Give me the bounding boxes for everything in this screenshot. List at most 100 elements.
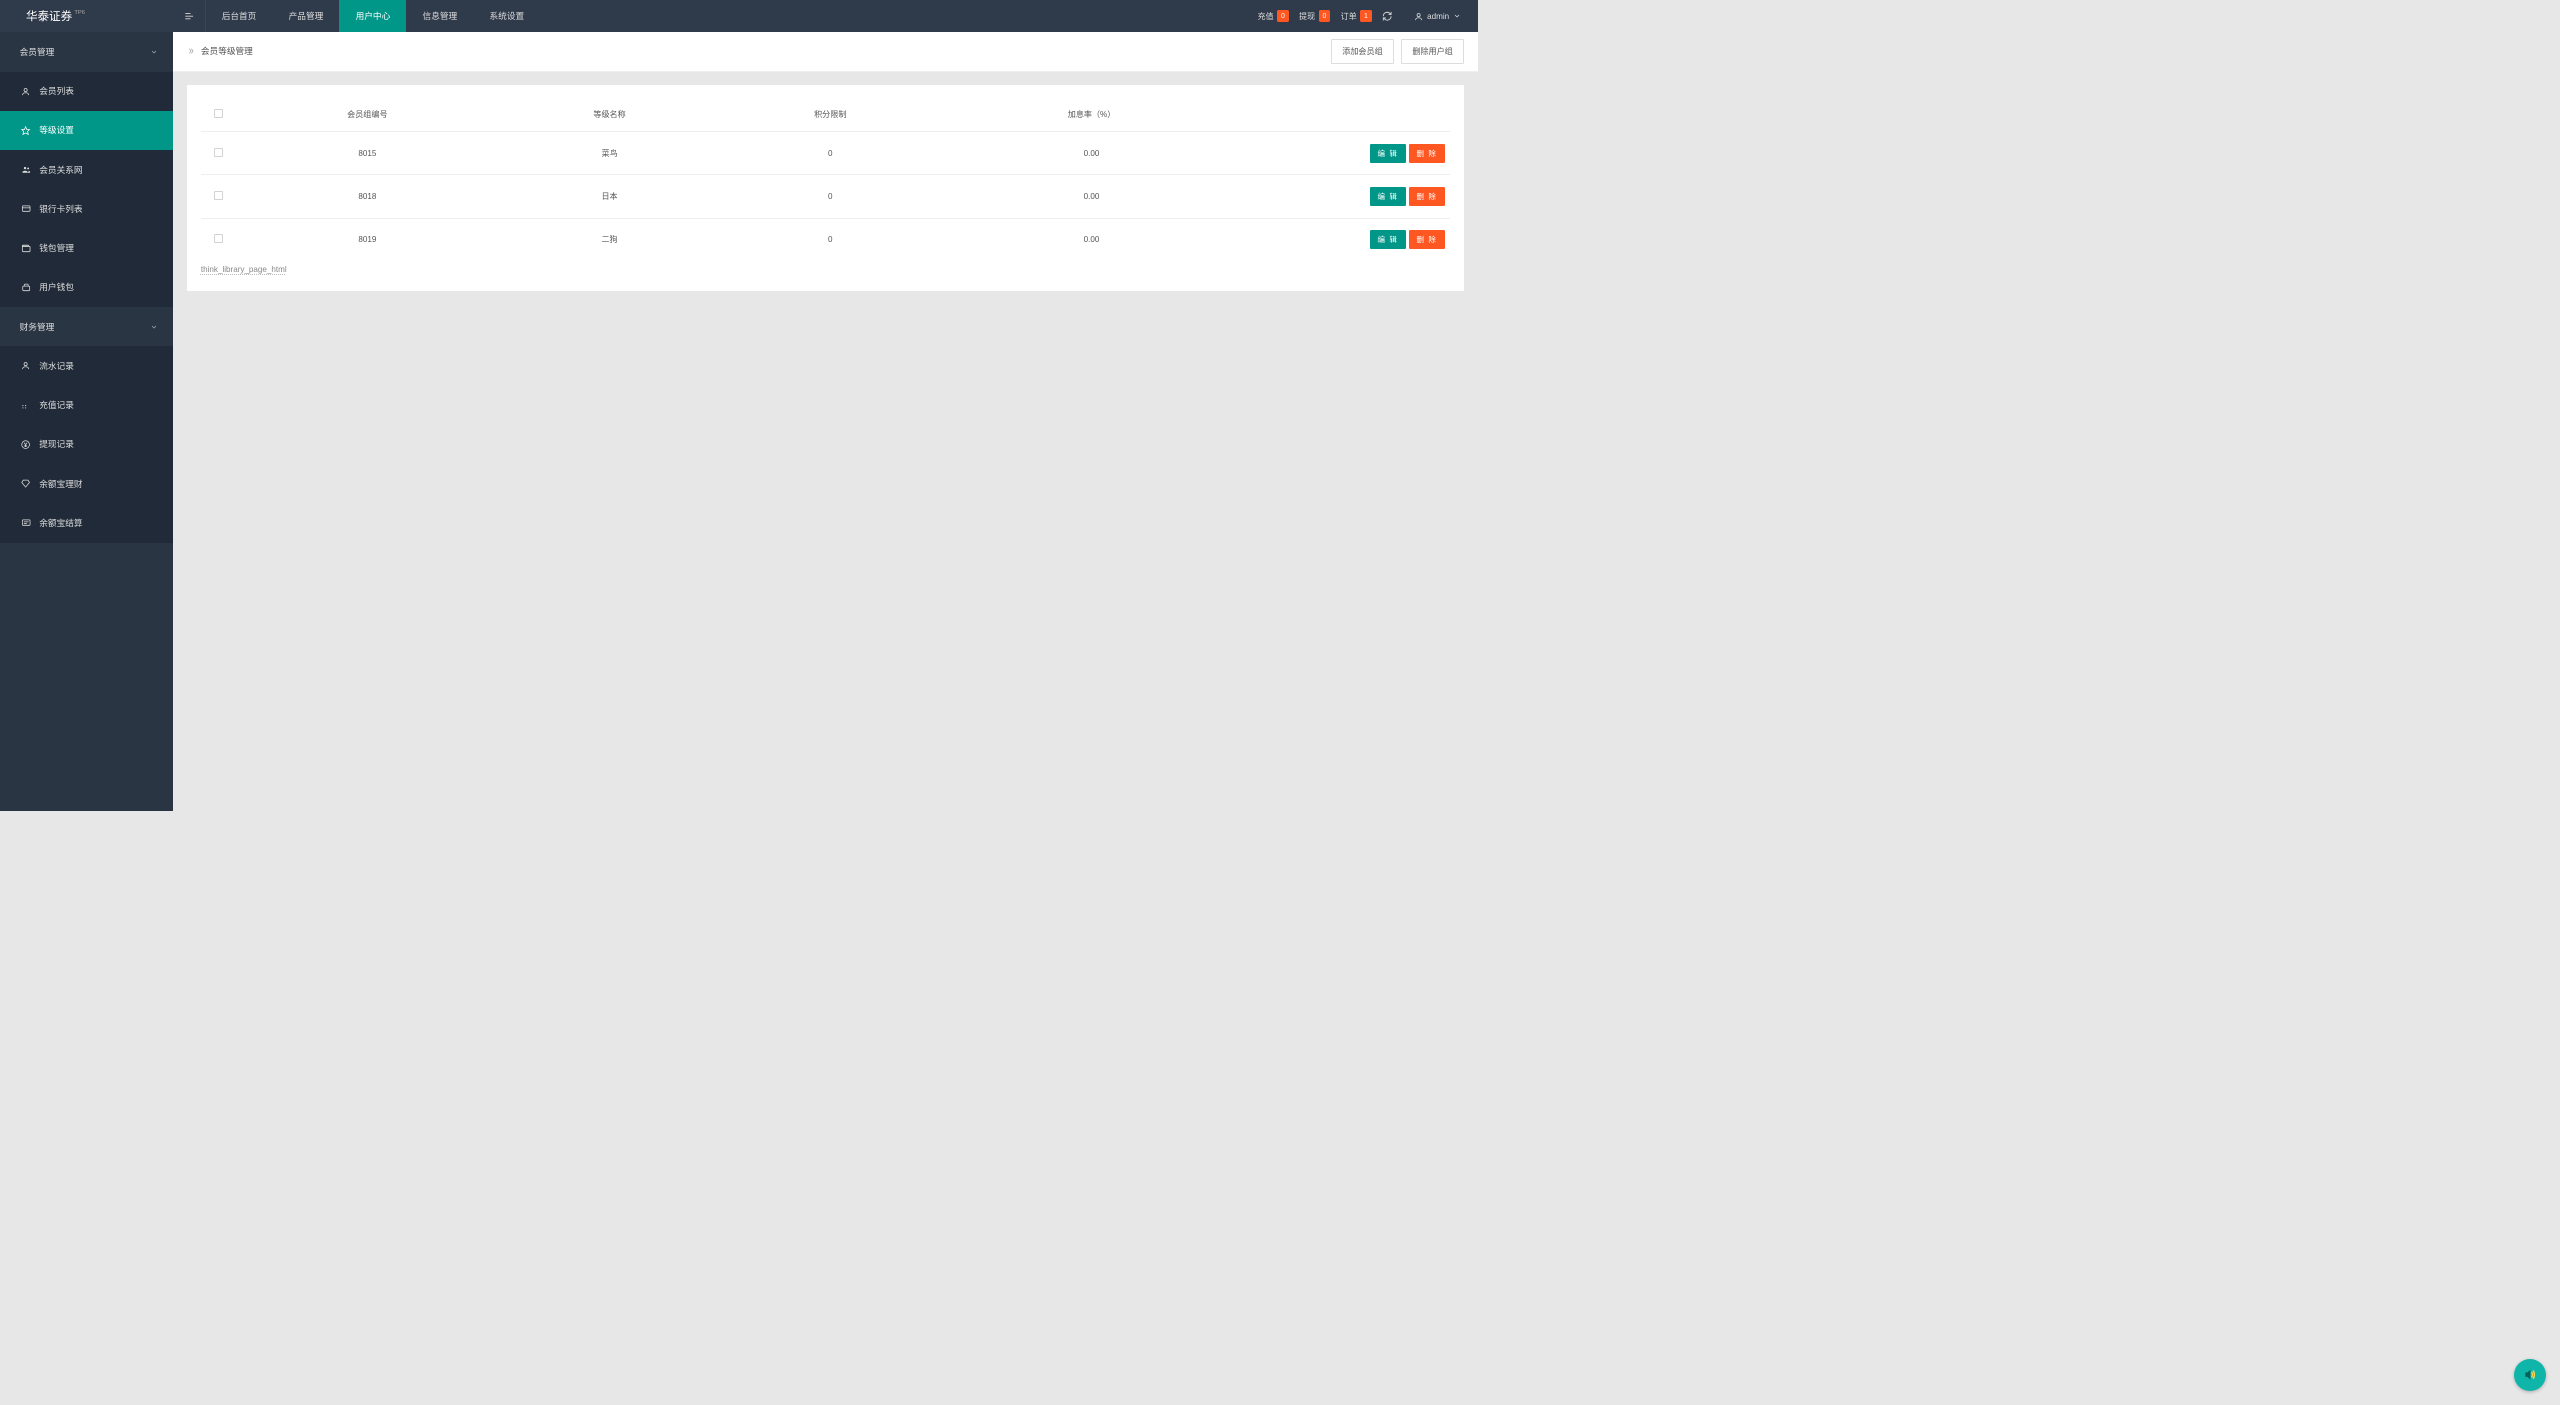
header-withdraw[interactable]: 提现 0 (1299, 10, 1330, 22)
cell-id: 8019 (236, 218, 500, 261)
sidebar-group-finance-label: 财务管理 (20, 321, 55, 333)
table-row: 8015菜鸟00.00 编 辑删 除 (201, 132, 1450, 175)
floating-action-button[interactable] (2514, 1359, 2546, 1391)
logo-sup: TP6 (74, 10, 85, 16)
delete-group-button[interactable]: 删除用户组 (1401, 39, 1464, 64)
chevron-down-icon (150, 323, 158, 331)
sidebar-item-bank-cards[interactable]: 银行卡列表 (0, 189, 173, 228)
star-icon (21, 126, 31, 135)
card-icon (21, 204, 31, 213)
refresh-icon (1382, 11, 1392, 21)
sidebar-item-wallet-manage[interactable]: 钱包管理 (0, 229, 173, 268)
header-recharge[interactable]: 充值 0 (1257, 10, 1288, 22)
yen-icon (21, 440, 31, 449)
sidebar-item-member-network[interactable]: 会员关系网 (0, 150, 173, 189)
header-orders-badge: 1 (1360, 10, 1372, 22)
header-right: 充值 0 提现 0 订单 1 admin (1257, 0, 1478, 32)
header-orders-label: 订单 (1341, 11, 1357, 22)
chevron-down-icon (150, 48, 158, 56)
sidebar-item-recharge-records[interactable]: 充值记录 (0, 386, 173, 425)
table-row: 8019二狗00.00 编 辑删 除 (201, 218, 1450, 261)
cell-id: 8015 (236, 132, 500, 175)
delete-button[interactable]: 删 除 (1409, 187, 1445, 206)
th-id: 会员组编号 (236, 97, 500, 132)
cell-rate: 0.00 (941, 175, 1243, 218)
sidebar-item-label: 会员关系网 (39, 164, 82, 176)
cell-rate: 0.00 (941, 132, 1243, 175)
cell-name: 日本 (499, 175, 720, 218)
dots-icon (21, 401, 31, 410)
user-name: admin (1427, 12, 1449, 21)
menu-icon (184, 11, 194, 21)
breadcrumb: 会员等级管理 (187, 45, 253, 57)
sidebar-item-level-settings[interactable]: 等级设置 (0, 111, 173, 150)
main-content: 会员等级管理 添加会员组 删除用户组 会员组编号 等级名称 积分限制 加息率（%… (173, 32, 1478, 811)
pagination-placeholder: think_library_page_html (201, 265, 1450, 274)
sidebar-item-label: 钱包管理 (39, 242, 74, 254)
settle-icon (21, 518, 31, 527)
nav-system[interactable]: 系统设置 (473, 0, 540, 32)
sidebar-item-label: 提现记录 (39, 438, 74, 450)
row-checkbox[interactable] (214, 234, 223, 243)
wallet-icon (21, 244, 31, 253)
header-recharge-badge: 0 (1277, 10, 1289, 22)
sidebar-item-label: 银行卡列表 (39, 203, 82, 215)
nav-home[interactable]: 后台首页 (206, 0, 273, 32)
sound-icon (2521, 1366, 2538, 1383)
delete-button[interactable]: 删 除 (1409, 230, 1445, 249)
menu-toggle-button[interactable] (173, 0, 205, 32)
sidebar-item-yuebao-settle[interactable]: 余额宝结算 (0, 503, 173, 542)
sidebar-item-label: 用户钱包 (39, 281, 74, 293)
add-group-button[interactable]: 添加会员组 (1331, 39, 1394, 64)
sidebar-group-finance[interactable]: 财务管理 (0, 307, 173, 346)
chevron-down-icon (1453, 12, 1461, 20)
header: 华泰证券 TP6 后台首页 产品管理 用户中心 信息管理 系统设置 充值 0 提… (0, 0, 1478, 32)
nav-users[interactable]: 用户中心 (339, 0, 406, 32)
select-all-checkbox[interactable] (214, 109, 223, 118)
logo-title: 华泰证券 (26, 8, 72, 24)
delete-button[interactable]: 删 除 (1409, 144, 1445, 163)
cell-rate: 0.00 (941, 218, 1243, 261)
sidebar-item-member-list[interactable]: 会员列表 (0, 72, 173, 111)
diamond-icon (21, 479, 31, 488)
cell-limit: 0 (720, 175, 941, 218)
user-icon (21, 87, 31, 96)
sidebar-item-label: 余额宝结算 (39, 517, 82, 529)
row-checkbox[interactable] (214, 148, 223, 157)
th-rate: 加息率（%） (941, 97, 1243, 132)
content-card: 会员组编号 等级名称 积分限制 加息率（%） 8015菜鸟00.00编 辑删 除… (187, 85, 1464, 290)
nav-info[interactable]: 信息管理 (406, 0, 473, 32)
header-refresh[interactable] (1382, 11, 1392, 21)
logo[interactable]: 华泰证券 TP6 (0, 0, 173, 32)
sidebar-item-label: 会员列表 (39, 85, 74, 97)
header-withdraw-badge: 0 (1319, 10, 1331, 22)
edit-button[interactable]: 编 辑 (1370, 230, 1406, 249)
nav-products[interactable]: 产品管理 (272, 0, 339, 32)
sidebar: 会员管理 会员列表 等级设置 会员关系网 银行卡列表 钱包管理 用户钱包 财 (0, 32, 173, 811)
userwallet-icon (21, 283, 31, 292)
cell-limit: 0 (720, 132, 941, 175)
header-recharge-label: 充值 (1257, 11, 1273, 22)
sidebar-item-user-wallet[interactable]: 用户钱包 (0, 268, 173, 307)
edit-button[interactable]: 编 辑 (1370, 187, 1406, 206)
sidebar-item-flow-records[interactable]: 流水记录 (0, 346, 173, 385)
sidebar-group-members[interactable]: 会员管理 (0, 32, 173, 71)
header-orders[interactable]: 订单 1 (1341, 10, 1372, 22)
edit-button[interactable]: 编 辑 (1370, 144, 1406, 163)
users-icon (21, 165, 31, 174)
table-row: 8018日本00.00 编 辑删 除 (201, 175, 1450, 218)
sidebar-item-label: 充值记录 (39, 399, 74, 411)
breadcrumb-label: 会员等级管理 (201, 45, 253, 57)
sidebar-item-label: 余额宝理财 (39, 478, 82, 490)
cell-name: 二狗 (499, 218, 720, 261)
row-checkbox[interactable] (214, 191, 223, 200)
sidebar-item-yuebao-finance[interactable]: 余额宝理财 (0, 464, 173, 503)
cell-id: 8018 (236, 175, 500, 218)
cell-name: 菜鸟 (499, 132, 720, 175)
sidebar-item-withdraw-records[interactable]: 提现记录 (0, 425, 173, 464)
top-nav: 后台首页 产品管理 用户中心 信息管理 系统设置 (206, 0, 1258, 32)
level-table: 会员组编号 等级名称 积分限制 加息率（%） 8015菜鸟00.00编 辑删 除… (201, 97, 1450, 261)
cell-limit: 0 (720, 218, 941, 261)
sidebar-item-label: 等级设置 (39, 124, 74, 136)
user-menu[interactable]: admin (1414, 12, 1460, 21)
